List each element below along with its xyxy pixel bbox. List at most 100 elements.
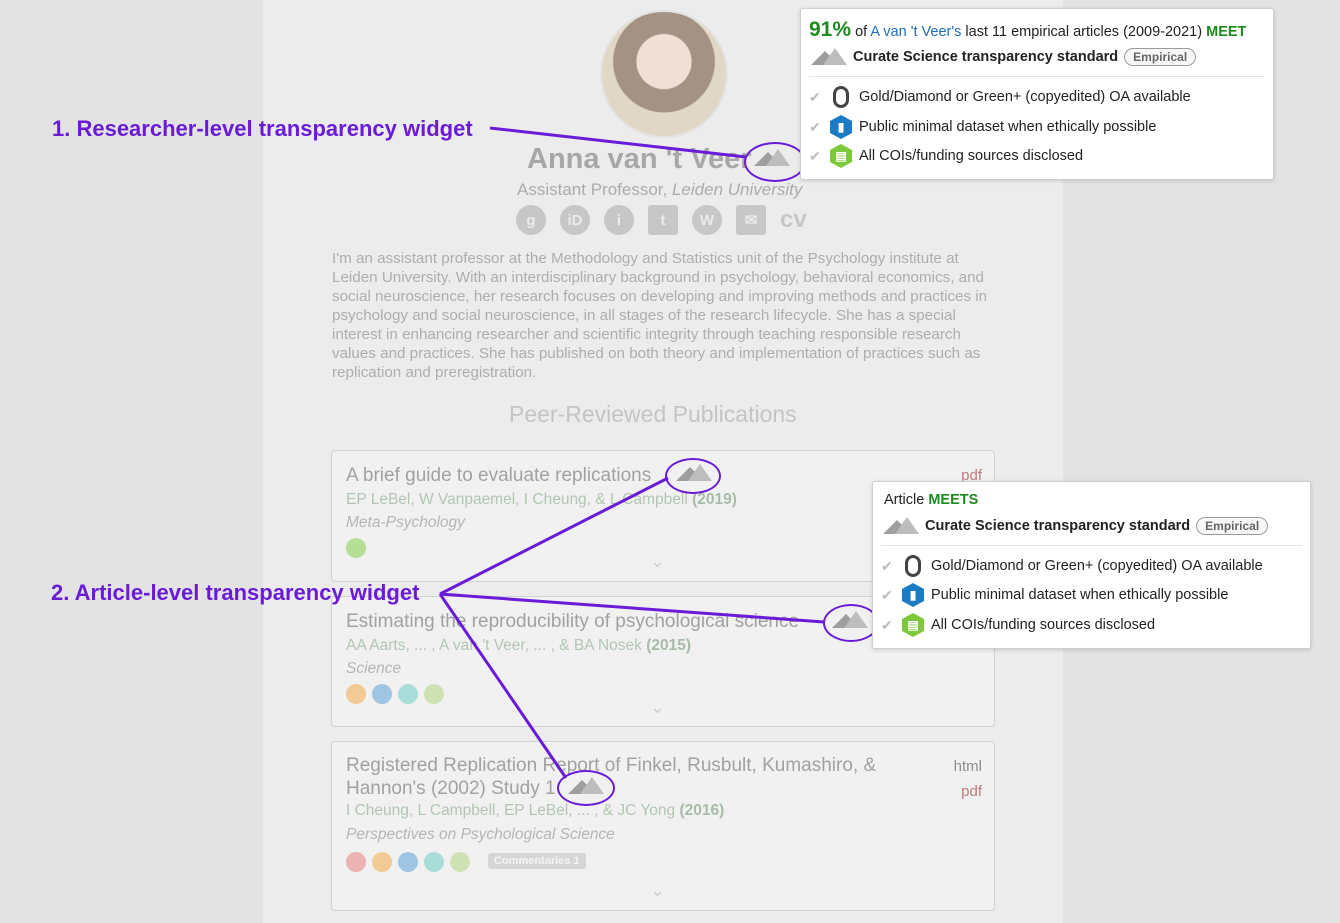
open-access-badge-icon[interactable]: [346, 684, 366, 704]
coi-document-icon: ▤: [901, 612, 925, 638]
article-summary: Article MEETS: [884, 492, 978, 508]
publication-card: Registered Replication Report of Finkel,…: [331, 741, 995, 911]
researcher-link[interactable]: A van 't Veer's: [870, 24, 961, 40]
institution: Leiden University: [671, 180, 803, 199]
wordpress-icon[interactable]: W: [692, 205, 722, 235]
email-icon[interactable]: ✉: [736, 205, 766, 235]
criterion-row: ✔ Gold/Diamond or Green+ (copyedited) OA…: [881, 553, 1263, 579]
article-widget-highlight: [557, 770, 615, 806]
check-icon: ✔: [881, 616, 893, 633]
criterion-row: ✔ ▮ Public minimal dataset when ethicall…: [809, 114, 1156, 140]
role-title: Assistant Professor,: [517, 180, 668, 199]
publication-journal: Perspectives on Psychological Science: [346, 826, 615, 843]
criterion-label: All COIs/funding sources disclosed: [859, 148, 1084, 164]
standard-name: Curate Science transparency standard: [925, 518, 1191, 534]
criterion-row: ✔ Gold/Diamond or Green+ (copyedited) OA…: [809, 84, 1191, 110]
html-link[interactable]: html: [954, 758, 982, 775]
transparency-badges: [346, 852, 470, 872]
publication-authors: I Cheung, L Campbell, EP LeBel, ... , & …: [346, 802, 724, 820]
chevron-down-icon[interactable]: ⌄: [650, 880, 665, 901]
coi-badge-icon[interactable]: [346, 538, 366, 558]
researcher-transparency-popup: 91% of A van 't Veer's last 11 empirical…: [800, 8, 1274, 180]
cv-link[interactable]: cv: [780, 205, 807, 235]
article-widget-highlight: [665, 458, 721, 494]
materials-badge-icon[interactable]: [450, 852, 470, 872]
orcid-icon[interactable]: iD: [560, 205, 590, 235]
standard-name: Curate Science transparency standard: [853, 49, 1119, 65]
publication-year: (2016): [679, 802, 725, 819]
data-chart-icon: ▮: [901, 582, 925, 608]
data-badge-icon[interactable]: [398, 852, 418, 872]
publications-heading: Peer-Reviewed Publications: [509, 401, 797, 427]
curate-science-logo-icon: [881, 516, 919, 536]
twitter-icon[interactable]: t: [648, 205, 678, 235]
check-icon: ✔: [881, 586, 893, 603]
coi-document-icon: ▤: [829, 143, 853, 169]
criterion-label: Gold/Diamond or Green+ (copyedited) OA a…: [859, 89, 1191, 105]
publication-title[interactable]: A brief guide to evaluate replications: [346, 464, 906, 487]
summary-of: of: [855, 24, 868, 40]
check-icon: ✔: [881, 557, 893, 574]
article-widget-highlight: [823, 604, 879, 642]
data-badge-icon[interactable]: [372, 684, 392, 704]
chevron-down-icon[interactable]: ⌄: [650, 697, 665, 718]
criterion-label: Public minimal dataset when ethically po…: [931, 587, 1229, 603]
materials-badge-icon[interactable]: [424, 684, 444, 704]
google-scholar-icon[interactable]: g: [516, 205, 546, 235]
transparency-badges: [346, 538, 366, 558]
researcher-widget-highlight: [744, 142, 806, 182]
criterion-row: ✔ ▮ Public minimal dataset when ethicall…: [881, 582, 1228, 608]
summary-rest: last 11 empirical articles (2009-2021): [965, 24, 1203, 40]
criterion-label: All COIs/funding sources disclosed: [931, 617, 1156, 633]
check-icon: ✔: [809, 147, 821, 164]
popup-divider: [881, 545, 1302, 546]
open-access-lock-icon: [901, 553, 925, 579]
code-badge-icon[interactable]: [424, 852, 444, 872]
info-icon[interactable]: i: [604, 205, 634, 235]
researcher-bio: I'm an assistant professor at the Method…: [332, 250, 988, 381]
publication-authors: EP LeBel, W Vanpaemel, I Cheung, & L Cam…: [346, 491, 737, 509]
publication-journal: Meta-Psychology: [346, 514, 465, 531]
commentaries-label: Commentaries: [494, 855, 571, 867]
publication-title[interactable]: Estimating the reproducibility of psycho…: [346, 610, 906, 633]
researcher-role: Assistant Professor, Leiden University: [517, 180, 802, 200]
data-chart-icon: ▮: [829, 114, 853, 140]
pdf-link[interactable]: pdf: [961, 783, 982, 800]
social-links: g iD i t W ✉ cv: [516, 205, 807, 235]
authors-text: I Cheung, L Campbell, EP LeBel, ... , & …: [346, 802, 676, 819]
code-badge-icon[interactable]: [398, 684, 418, 704]
researcher-summary: 91% of A van 't Veer's last 11 empirical…: [809, 18, 1246, 42]
publication-authors: AA Aarts, ... , A van 't Veer, ... , & B…: [346, 637, 691, 655]
authors-text: EP LeBel, W Vanpaemel, I Cheung, & L Cam…: [346, 491, 688, 508]
publication-journal: Science: [346, 660, 402, 677]
empirical-pill: Empirical: [1196, 517, 1269, 535]
criterion-row: ✔ ▤ All COIs/funding sources disclosed: [809, 143, 1083, 169]
check-icon: ✔: [809, 118, 821, 135]
verdict: MEET: [1206, 24, 1247, 40]
standard-row: Curate Science transparency standard Emp…: [809, 47, 1197, 67]
empirical-pill: Empirical: [1124, 48, 1197, 66]
publication-title[interactable]: Registered Replication Report of Finkel,…: [346, 754, 906, 800]
replication-badge-icon[interactable]: [346, 852, 366, 872]
standard-row: Curate Science transparency standard Emp…: [881, 516, 1269, 536]
researcher-name: Anna van 't Veer: [527, 143, 752, 175]
criterion-label: Gold/Diamond or Green+ (copyedited) OA a…: [931, 558, 1263, 574]
popup-divider: [809, 76, 1265, 77]
authors-text: AA Aarts, ... , A van 't Veer, ... , & B…: [346, 637, 642, 654]
transparency-badges: [346, 684, 444, 704]
chevron-down-icon[interactable]: ⌄: [650, 551, 665, 572]
annotation-label-researcher: 1. Researcher-level transparency widget: [52, 116, 473, 141]
check-icon: ✔: [809, 88, 821, 105]
article-prefix: Article: [884, 492, 925, 508]
open-access-lock-icon: [829, 84, 853, 110]
annotation-label-article: 2. Article-level transparency widget: [51, 580, 420, 605]
compliance-percent: 91%: [809, 18, 852, 41]
criterion-label: Public minimal dataset when ethically po…: [859, 119, 1157, 135]
open-access-badge-icon[interactable]: [372, 852, 392, 872]
curate-science-logo-icon: [809, 47, 847, 67]
commentaries-badge[interactable]: Commentaries 1: [488, 853, 586, 869]
verdict: MEETS: [928, 492, 979, 508]
avatar: [600, 10, 728, 138]
publication-year: (2015): [646, 637, 692, 654]
criterion-row: ✔ ▤ All COIs/funding sources disclosed: [881, 612, 1155, 638]
